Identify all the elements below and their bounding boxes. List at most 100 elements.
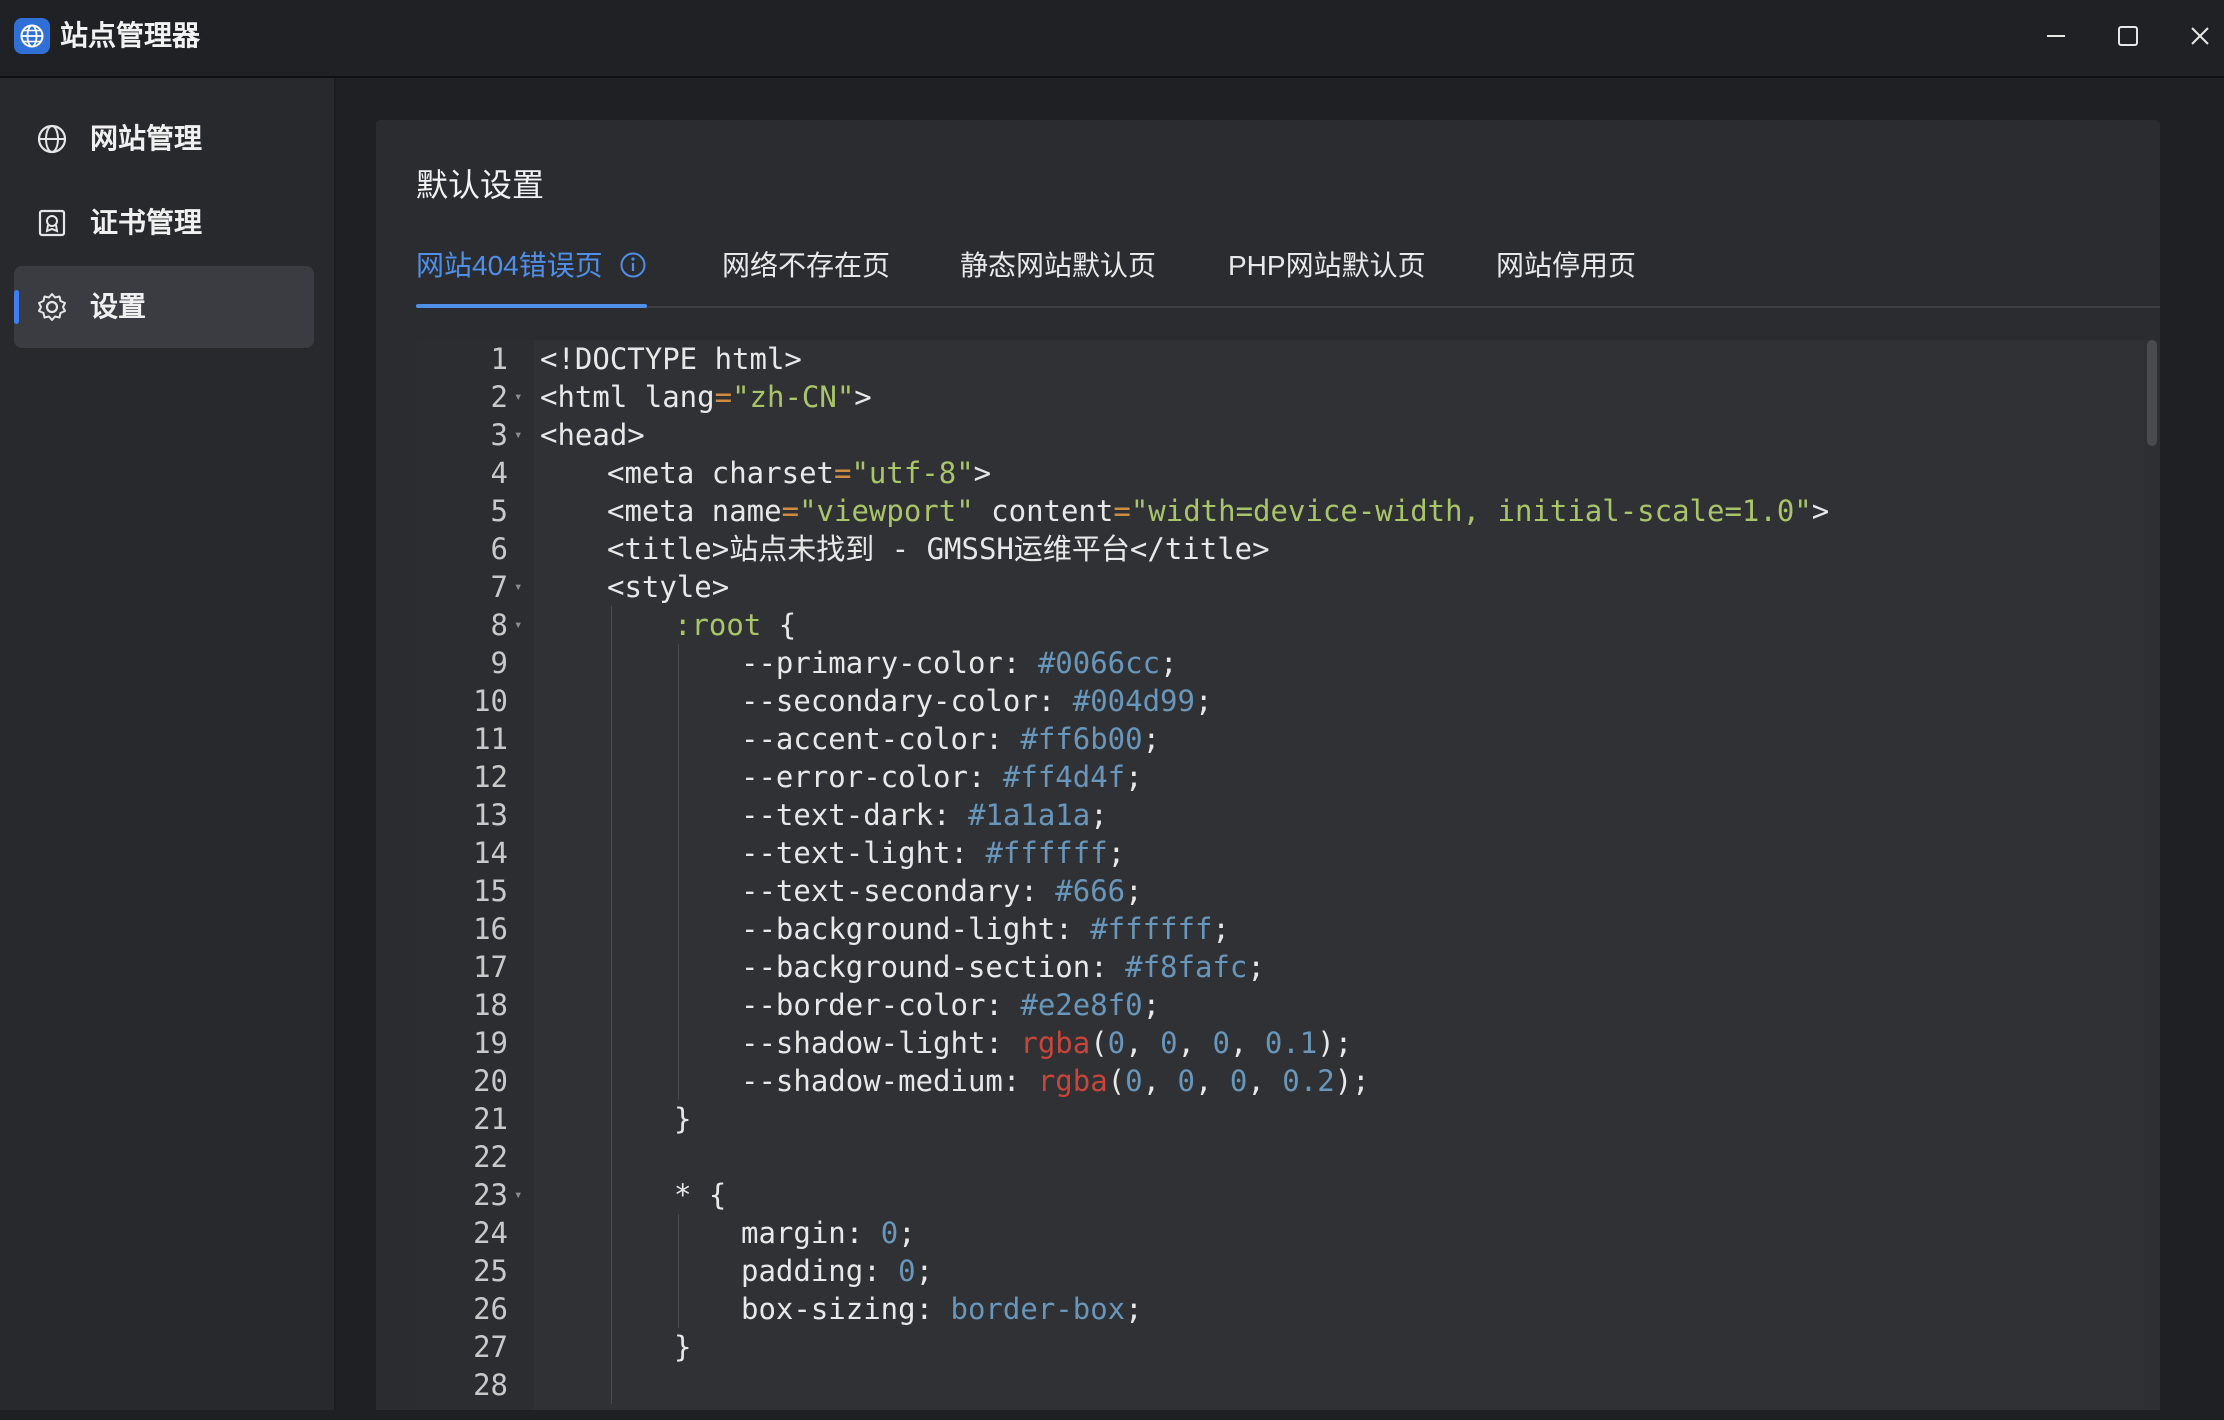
code-text: --shadow-light: rgba(0, 0, 0, 0.1); — [741, 1024, 1352, 1062]
code-token: ; — [1125, 1292, 1143, 1326]
code-token: --text-secondary: — [741, 874, 1056, 908]
code-line: 28 — [416, 1366, 2136, 1404]
code-line: 24 margin: 0; — [416, 1214, 2136, 1252]
code-line: 27} — [416, 1328, 2136, 1366]
code-text: margin: 0; — [741, 1214, 916, 1252]
code-token: --text-light: — [741, 836, 986, 870]
line-number: 14 — [473, 836, 508, 870]
code-line: 26 box-sizing: border-box; — [416, 1290, 2136, 1328]
sidebar-item-site-management[interactable]: 网站管理 — [14, 98, 314, 180]
indent-guide — [611, 606, 612, 1404]
code-line: 2 ▾ <html lang="zh-CN"> — [416, 378, 2136, 416]
code-token: , — [1177, 1026, 1213, 1060]
code-text: <meta name="viewport" content="width=dev… — [607, 492, 1829, 530]
code-text: --error-color: #ff4d4f; — [741, 758, 1143, 796]
minimize-button[interactable] — [2034, 14, 2078, 58]
code-text: --background-light: #ffffff; — [741, 910, 1230, 948]
code-token: <html — [540, 380, 645, 414]
fold-arrow-icon[interactable]: ▾ — [514, 416, 522, 454]
code-token: ( — [1107, 1064, 1126, 1098]
code-token: { — [761, 608, 797, 642]
sidebar-item-label: 证书管理 — [90, 207, 203, 238]
code-token: #ff4d4f — [1002, 760, 1126, 794]
code-token: #ffffff — [1090, 912, 1213, 946]
tab-404-error-page[interactable]: 网站404错误页 — [416, 246, 647, 308]
code-token: > — [854, 380, 872, 414]
tab-network-not-found-page[interactable]: 网络不存在页 — [722, 246, 890, 304]
code-token: #004d99 — [1072, 684, 1195, 718]
code-line: 10 --secondary-color: #004d99; — [416, 682, 2136, 720]
line-number: 20 — [473, 1064, 508, 1098]
code-line: 21} — [416, 1100, 2136, 1138]
close-icon — [2191, 27, 2209, 45]
code-line: 15 --text-secondary: #666; — [416, 872, 2136, 910]
code-token: } — [674, 1330, 692, 1364]
line-number: 6 — [490, 532, 508, 566]
indent-guide — [678, 1214, 679, 1328]
code-line: 11 --accent-color: #ff6b00; — [416, 720, 2136, 758]
fold-arrow-icon[interactable]: ▾ — [514, 568, 522, 606]
active-tab-underline — [416, 304, 647, 308]
line-number: 26 — [473, 1292, 508, 1326]
fold-arrow-icon[interactable]: ▾ — [514, 1176, 522, 1214]
code-token: * { — [674, 1178, 727, 1212]
line-number: 10 — [473, 684, 508, 718]
code-line: 9 --primary-color: #0066cc; — [416, 644, 2136, 682]
tab-label: PHP网站默认页 — [1228, 250, 1426, 281]
code-token: <!DOCTYPE html> — [540, 342, 802, 376]
tab-static-site-default-page[interactable]: 静态网站默认页 — [960, 246, 1156, 304]
code-token: , — [1125, 1026, 1161, 1060]
tab-site-disabled-page[interactable]: 网站停用页 — [1496, 246, 1636, 304]
sidebar-item-certificate-management[interactable]: 证书管理 — [14, 182, 314, 264]
code-token: <title> — [607, 532, 730, 566]
code-token: lang — [644, 380, 715, 414]
tab-php-site-default-page[interactable]: PHP网站默认页 — [1228, 246, 1426, 304]
line-number: 8 — [490, 608, 508, 642]
fold-arrow-icon[interactable]: ▾ — [514, 378, 522, 416]
code-token: --accent-color: — [741, 722, 1021, 756]
code-line: 7 ▾ <style> — [416, 568, 2136, 606]
line-number: 23 — [473, 1178, 508, 1212]
code-line: 20 --shadow-medium: rgba(0, 0, 0, 0.2); — [416, 1062, 2136, 1100]
code-token: "width=device-width, initial-scale=1.0" — [1130, 494, 1812, 528]
code-text: --text-dark: #1a1a1a; — [741, 796, 1108, 834]
line-number: 9 — [490, 646, 508, 680]
scrollbar-thumb[interactable] — [2147, 340, 2157, 446]
gear-icon — [38, 293, 66, 321]
code-token: 0.1 — [1264, 1026, 1318, 1060]
code-token: --background-light: — [741, 912, 1091, 946]
code-token: } — [674, 1102, 692, 1136]
indent-guide — [678, 644, 679, 1100]
code-token: = — [1113, 494, 1131, 528]
active-indicator — [14, 290, 19, 324]
maximize-button[interactable] — [2106, 14, 2150, 58]
code-token: 0 — [1160, 1026, 1178, 1060]
code-token: rgba — [1037, 1064, 1108, 1098]
code-text: --shadow-medium: rgba(0, 0, 0, 0.2); — [741, 1062, 1370, 1100]
code-editor[interactable]: 1 <!DOCTYPE html> 2 ▾ <html lang="zh-CN"> 3 ▾ <… — [416, 340, 2160, 1420]
line-number: 13 — [473, 798, 508, 832]
code-token: </title> — [1129, 532, 1270, 566]
code-token: #1a1a1a — [967, 798, 1091, 832]
line-number: 12 — [473, 760, 508, 794]
code-token: box-sizing: — [741, 1292, 951, 1326]
code-token: #e2e8f0 — [1020, 988, 1143, 1022]
code-token: --error-color: — [741, 760, 1003, 794]
code-token: 0 — [1229, 1064, 1248, 1098]
maximize-icon — [2118, 26, 2138, 46]
close-button[interactable] — [2178, 14, 2222, 58]
line-number: 11 — [473, 722, 508, 756]
code-token: <meta — [607, 494, 712, 528]
code-line: 23 ▾ * { — [416, 1176, 2136, 1214]
globe-icon — [37, 124, 67, 154]
code-token: rgba — [1020, 1026, 1091, 1060]
code-text: <style> — [607, 568, 729, 606]
code-token: ; — [1142, 988, 1161, 1022]
fold-arrow-icon[interactable]: ▾ — [514, 606, 522, 644]
info-icon[interactable] — [619, 251, 647, 279]
vertical-scrollbar[interactable] — [2144, 340, 2160, 1420]
code-text: --secondary-color: #004d99; — [741, 682, 1212, 720]
code-token: #f8fafc — [1125, 950, 1248, 984]
sidebar-item-settings[interactable]: 设置 — [14, 266, 314, 348]
code-token: padding: — [741, 1254, 899, 1288]
